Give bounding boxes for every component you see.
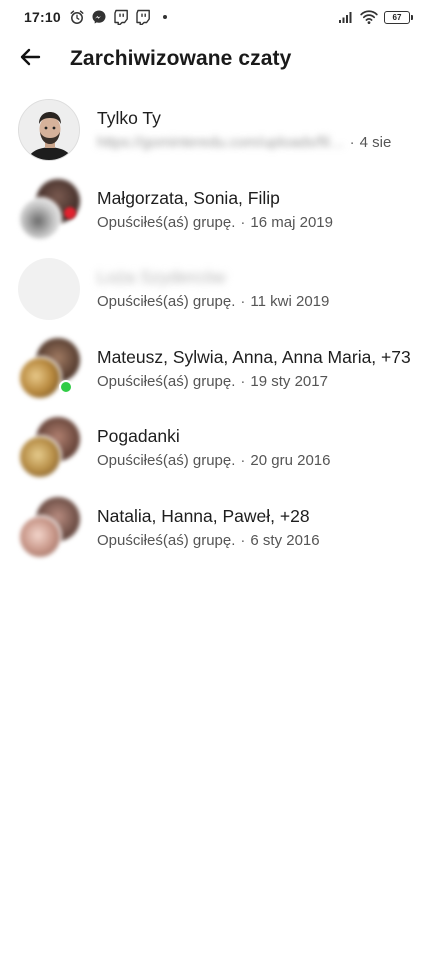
wifi-icon (360, 9, 378, 25)
separator: · (240, 531, 246, 549)
chat-preview-line: Opuściłeś(aś) grupę. · 20 gru 2016 (97, 450, 418, 472)
status-bar: 17:10 67 (0, 0, 432, 34)
chat-texts: Loża Szyderców Opuściłeś(aś) grupę. · 11… (97, 265, 418, 313)
chat-date: 19 sty 2017 (250, 372, 328, 390)
back-button[interactable] (0, 34, 60, 84)
page-title: Zarchiwizowane czaty (70, 47, 292, 70)
avatar (18, 258, 80, 320)
chat-date: 16 maj 2019 (250, 213, 333, 231)
chat-preview: Opuściłeś(aś) grupę. (97, 531, 236, 549)
chat-row[interactable]: Loża Szyderców Opuściłeś(aś) grupę. · 11… (0, 249, 432, 329)
chat-texts: Tylko Ty https://gominteredu.com/uploads… (97, 106, 418, 154)
avatar-placeholder (18, 258, 80, 320)
chat-name: Natalia, Hanna, Paweł, +28 (97, 505, 310, 526)
messenger-icon (91, 9, 107, 25)
avatar (18, 99, 80, 161)
group-avatar (18, 337, 80, 400)
notification-dot (162, 15, 167, 19)
twitch-icon (135, 9, 151, 25)
chat-preview-line: Opuściłeś(aś) grupę. · 11 kwi 2019 (97, 291, 418, 313)
chat-preview: Opuściłeś(aś) grupę. (97, 213, 236, 231)
group-member-photo (18, 514, 62, 559)
chat-date: 20 gru 2016 (250, 452, 331, 469)
chat-preview: https://gominteredu.com/uploads/fil… (97, 134, 345, 151)
status-time: 17:10 (24, 9, 61, 25)
separator: · (240, 372, 246, 390)
twitch-icon (113, 9, 129, 25)
chat-name: Mateusz, Sylwia, Anna, Anna Maria, +73 (97, 346, 411, 367)
chat-name: Tylko Ty (97, 108, 161, 128)
group-avatar (18, 178, 80, 241)
chat-preview: Opuściłeś(aś) grupę. (97, 293, 236, 310)
chat-name: Pogadanki (97, 426, 180, 446)
chat-preview: Opuściłeś(aś) grupę. (97, 452, 236, 469)
red-accent (64, 206, 76, 219)
archived-chat-list: Tylko Ty https://gominteredu.com/uploads… (0, 90, 432, 567)
group-member-photo (18, 355, 62, 400)
chat-preview: Opuściłeś(aś) grupę. (97, 372, 236, 390)
chat-date: 11 kwi 2019 (250, 293, 330, 310)
group-member-photo (18, 196, 62, 241)
profile-photo (18, 99, 80, 161)
separator: · (240, 213, 246, 231)
separator: · (240, 452, 246, 469)
group-member-photo (18, 435, 62, 479)
arrow-left-icon (18, 45, 42, 74)
battery-icon: 67 (384, 10, 413, 24)
chat-texts: Małgorzata, Sonia, Filip Opuściłeś(aś) g… (97, 186, 418, 234)
chat-date: 4 sie (359, 134, 392, 151)
app-header: Zarchiwizowane czaty (0, 34, 432, 84)
chat-preview-line: https://gominteredu.com/uploads/fil… · 4… (97, 132, 418, 154)
chat-texts: Pogadanki Opuściłeś(aś) grupę. · 20 gru … (97, 424, 418, 472)
chat-texts: Natalia, Hanna, Paweł, +28 Opuściłeś(aś)… (97, 504, 418, 552)
separator: · (349, 134, 355, 151)
chat-date: 6 sty 2016 (250, 531, 320, 549)
chat-row[interactable]: Mateusz, Sylwia, Anna, Anna Maria, +73 O… (0, 329, 432, 409)
online-indicator (59, 379, 73, 394)
status-left: 17:10 (24, 9, 167, 25)
chat-preview-line: Opuściłeś(aś) grupę. · 16 maj 2019 (97, 212, 418, 234)
chat-name: Małgorzata, Sonia, Filip (97, 187, 280, 208)
chat-texts: Mateusz, Sylwia, Anna, Anna Maria, +73 O… (97, 345, 418, 393)
signal-icon (338, 9, 354, 25)
chat-row[interactable]: Natalia, Hanna, Paweł, +28 Opuściłeś(aś)… (0, 488, 432, 568)
chat-name: Loża Szyderców (97, 267, 226, 287)
status-right: 67 (338, 9, 413, 25)
alarm-icon (69, 9, 85, 25)
group-avatar (18, 496, 80, 559)
chat-row[interactable]: Małgorzata, Sonia, Filip Opuściłeś(aś) g… (0, 170, 432, 250)
battery-level: 67 (392, 12, 402, 22)
chat-preview-line: Opuściłeś(aś) grupę. · 6 sty 2016 (97, 530, 418, 552)
group-avatar (18, 417, 80, 479)
chat-preview-line: Opuściłeś(aś) grupę. · 19 sty 2017 (97, 371, 418, 393)
chat-row[interactable]: Tylko Ty https://gominteredu.com/uploads… (0, 90, 432, 170)
separator: · (240, 293, 246, 310)
chat-row[interactable]: Pogadanki Opuściłeś(aś) grupę. · 20 gru … (0, 408, 432, 488)
